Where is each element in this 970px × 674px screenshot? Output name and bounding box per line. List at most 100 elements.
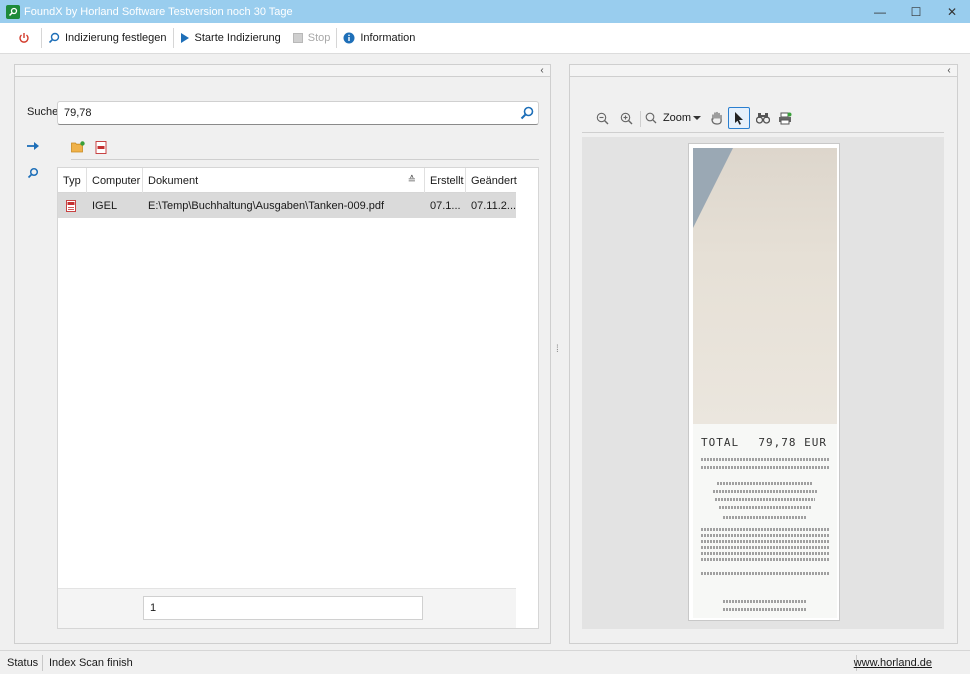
pdf-export-icon[interactable] xyxy=(95,141,107,157)
receipt-total-amount: 79,78 EUR xyxy=(758,436,827,449)
column-header-typ[interactable]: Typ xyxy=(58,168,87,193)
play-icon xyxy=(180,33,189,43)
search-label: Suche xyxy=(27,106,59,118)
table-header: Typ Computer Dokument ≙ Erstellt Geänder… xyxy=(58,168,517,193)
status-separator xyxy=(42,655,43,671)
column-header-dokument-label: Dokument xyxy=(148,174,199,187)
search-submit-icon[interactable] xyxy=(520,106,534,123)
info-icon xyxy=(343,32,355,44)
receipt-text-line xyxy=(701,552,829,555)
status-label: Status xyxy=(7,657,39,669)
document-page: TOTAL 79,78 EUR xyxy=(688,143,840,621)
receipt-text-line xyxy=(701,558,829,561)
printer-icon xyxy=(779,112,792,124)
receipt-text-line xyxy=(719,506,811,509)
results-toolbar xyxy=(71,138,539,160)
start-index-button[interactable]: Starte Indizierung xyxy=(174,27,287,49)
receipt-text-line xyxy=(723,608,807,611)
zoom-in-icon xyxy=(620,112,632,124)
minimize-button[interactable]: — xyxy=(862,0,898,23)
print-button[interactable] xyxy=(774,107,796,129)
power-icon xyxy=(19,33,29,43)
receipt-text-line xyxy=(701,534,829,537)
search-panel-header: ‹ xyxy=(15,65,550,77)
receipt-text-line xyxy=(723,516,807,519)
column-header-erstellt[interactable]: Erstellt xyxy=(425,168,466,193)
chevron-down-icon xyxy=(693,116,702,120)
close-button[interactable]: ✕ xyxy=(934,0,970,23)
stop-icon xyxy=(292,33,303,43)
power-button[interactable] xyxy=(12,27,41,49)
search-input[interactable]: 79,78 xyxy=(57,101,539,125)
maximize-button[interactable]: ☐ xyxy=(898,0,934,23)
information-button[interactable]: Information xyxy=(337,27,421,49)
zoom-out-button[interactable] xyxy=(594,107,610,129)
receipt-text-line xyxy=(717,482,813,485)
search-side-icon[interactable] xyxy=(27,167,39,182)
start-index-label: Starte Indizierung xyxy=(194,32,281,44)
pdf-icon xyxy=(58,193,87,218)
page-number-value: 1 xyxy=(150,602,157,614)
receipt-text-line xyxy=(701,546,829,549)
search-icon xyxy=(48,32,60,44)
find-button[interactable] xyxy=(752,107,774,129)
document-viewer-panel: ‹ Zoom TOTAL 79,78 EUR xyxy=(569,64,958,644)
zoom-magnifier-icon xyxy=(645,112,657,124)
page-number-input[interactable]: 1 xyxy=(143,596,423,620)
title-bar: FoundX by Horland Software Testversion n… xyxy=(0,0,970,23)
cell-computer: IGEL xyxy=(92,199,118,212)
stop-label: Stop xyxy=(307,32,331,44)
viewer-panel-header: ‹ xyxy=(570,65,957,77)
receipt-text-line xyxy=(701,572,829,575)
receipt-text-line xyxy=(701,528,829,531)
toolbar-separator xyxy=(640,111,641,127)
information-label: Information xyxy=(360,32,416,44)
app-logo-icon xyxy=(6,4,20,19)
select-tool-button[interactable] xyxy=(728,107,750,129)
arrow-right-icon[interactable] xyxy=(27,141,39,154)
pan-tool-button[interactable] xyxy=(706,107,728,129)
status-message: Index Scan finish xyxy=(49,657,133,669)
receipt-image-bottom: TOTAL 79,78 EUR xyxy=(693,424,837,618)
receipt-text-line xyxy=(713,490,817,493)
index-settings-label: Indizierung festlegen xyxy=(65,32,167,44)
receipt-text-line xyxy=(715,498,815,501)
zoom-in-button[interactable] xyxy=(618,107,634,129)
search-value: 79,78 xyxy=(64,107,92,119)
receipt-total-label: TOTAL xyxy=(701,436,740,449)
collapse-left-panel-button[interactable]: ‹ xyxy=(536,65,548,77)
column-header-computer[interactable]: Computer xyxy=(87,168,143,193)
column-header-geaendert[interactable]: Geändert xyxy=(466,168,517,193)
hand-icon xyxy=(711,111,722,125)
column-header-dokument[interactable]: Dokument ≙ xyxy=(143,168,425,193)
sort-ascending-icon: ≙ xyxy=(407,175,416,186)
cursor-arrow-icon xyxy=(735,111,743,125)
receipt-text-line xyxy=(701,540,829,543)
pagination-bar: 1 xyxy=(58,588,516,628)
viewer-toolbar: Zoom xyxy=(582,105,944,133)
receipt-text-line xyxy=(701,466,829,469)
status-bar: Status Index Scan finish www.horland.de xyxy=(0,650,970,674)
website-link[interactable]: www.horland.de xyxy=(854,657,932,669)
results-table: Typ Computer Dokument ≙ Erstellt Geänder… xyxy=(57,167,539,629)
table-row[interactable]: IGEL E:\Temp\Buchhaltung\Ausgaben\Tanken… xyxy=(58,193,516,218)
binoculars-icon xyxy=(756,113,770,124)
main-toolbar: Indizierung festlegen Starte Indizierung… xyxy=(0,23,970,54)
receipt-folded-corner xyxy=(693,148,733,228)
cell-document: E:\Temp\Buchhaltung\Ausgaben\Tanken-009.… xyxy=(148,199,385,212)
receipt-text-line xyxy=(701,458,829,461)
cell-created: 07.1... xyxy=(430,199,461,212)
collapse-viewer-panel-button[interactable]: ‹ xyxy=(943,65,955,77)
cell-modified: 07.11.2... xyxy=(471,199,516,212)
zoom-dropdown[interactable]: Zoom xyxy=(644,107,702,129)
zoom-out-icon xyxy=(596,112,608,124)
search-panel: ‹ Suche 79,78 Typ Computer Dokument ≙ Er… xyxy=(14,64,551,644)
panel-splitter-handle[interactable]: ⁞ xyxy=(556,345,562,362)
window-title: FoundX by Horland Software Testversion n… xyxy=(24,5,293,18)
open-folder-icon[interactable] xyxy=(71,141,85,156)
document-preview-area[interactable]: TOTAL 79,78 EUR xyxy=(582,137,944,629)
index-settings-button[interactable]: Indizierung festlegen xyxy=(42,27,173,49)
zoom-label: Zoom xyxy=(662,112,692,124)
stop-button[interactable]: Stop xyxy=(287,27,337,49)
receipt-text-line xyxy=(723,600,807,603)
